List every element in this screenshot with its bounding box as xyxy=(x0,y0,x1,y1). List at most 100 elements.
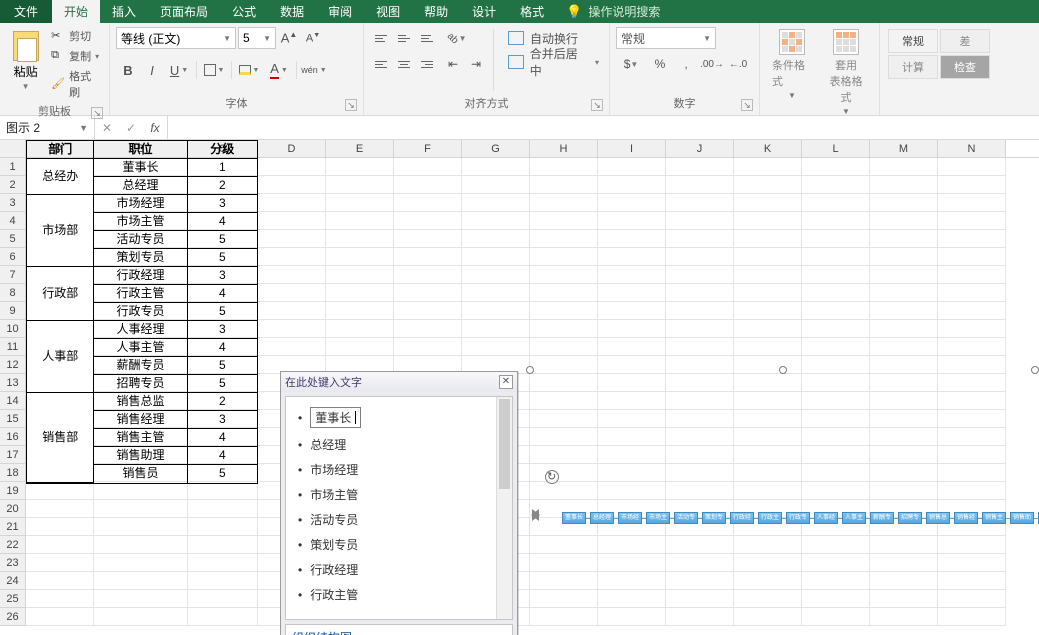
smartart-node[interactable]: 策划专员 xyxy=(702,512,726,524)
cell[interactable] xyxy=(598,284,666,302)
row-header[interactable]: 12 xyxy=(0,356,26,374)
decrease-decimal-button[interactable]: ←.0 xyxy=(726,53,750,75)
font-name-select[interactable]: 等线 (正文)▼ xyxy=(116,27,236,49)
cell[interactable] xyxy=(258,284,326,302)
cell[interactable] xyxy=(26,482,94,500)
row-header[interactable]: 15 xyxy=(0,410,26,428)
align-center-button[interactable] xyxy=(393,53,415,75)
cell[interactable] xyxy=(802,284,870,302)
cell[interactable] xyxy=(802,194,870,212)
smartart-node[interactable]: 总经理 xyxy=(590,512,614,524)
cell[interactable] xyxy=(326,194,394,212)
column-header[interactable]: D xyxy=(258,140,326,157)
cell[interactable] xyxy=(326,176,394,194)
select-all-button[interactable] xyxy=(0,140,26,157)
cell[interactable] xyxy=(530,320,598,338)
cell[interactable] xyxy=(258,302,326,320)
cell[interactable] xyxy=(734,176,802,194)
cell[interactable] xyxy=(26,518,94,536)
bold-button[interactable]: B xyxy=(116,59,140,81)
cell[interactable] xyxy=(394,302,462,320)
expand-handle[interactable] xyxy=(532,509,540,521)
cell[interactable] xyxy=(938,176,1006,194)
tab-data[interactable]: 数据 xyxy=(268,0,316,23)
cell[interactable] xyxy=(598,230,666,248)
smartart-node[interactable]: 销售总监 xyxy=(926,512,950,524)
cell[interactable] xyxy=(598,158,666,176)
smartart-list-item[interactable]: •董事长 xyxy=(286,403,512,432)
row-header[interactable]: 6 xyxy=(0,248,26,266)
scrollbar[interactable] xyxy=(496,397,512,619)
smartart-list-item[interactable]: •行政主管 xyxy=(286,582,512,607)
cell[interactable] xyxy=(258,158,326,176)
smartart-list-item[interactable]: •策划专员 xyxy=(286,532,512,557)
column-header[interactable]: L xyxy=(802,140,870,157)
cell[interactable] xyxy=(870,176,938,194)
cell[interactable] xyxy=(802,320,870,338)
smartart-layout-link[interactable]: 组织结构图... xyxy=(285,624,513,635)
cell[interactable] xyxy=(870,230,938,248)
decrease-font-button[interactable]: A▼ xyxy=(302,27,324,49)
smartart-node[interactable]: 人事主管 xyxy=(842,512,866,524)
close-button[interactable]: ✕ xyxy=(499,375,513,389)
row-header[interactable]: 4 xyxy=(0,212,26,230)
column-header[interactable]: M xyxy=(870,140,938,157)
cell[interactable] xyxy=(938,338,1006,356)
row-header[interactable]: 16 xyxy=(0,428,26,446)
cell[interactable] xyxy=(734,194,802,212)
row-header[interactable]: 19 xyxy=(0,482,26,500)
cell[interactable] xyxy=(870,212,938,230)
cell[interactable] xyxy=(666,266,734,284)
smartart-pane-titlebar[interactable]: 在此处键入文字 ✕ xyxy=(281,372,517,392)
format-painter-button[interactable]: 🖌格式刷 xyxy=(49,67,103,101)
cell[interactable] xyxy=(666,158,734,176)
cell[interactable] xyxy=(462,266,530,284)
smartart-node[interactable]: 行政经理 xyxy=(730,512,754,524)
resize-handle-n[interactable] xyxy=(779,366,787,374)
cell[interactable] xyxy=(598,302,666,320)
cell[interactable] xyxy=(462,248,530,266)
cell[interactable] xyxy=(394,248,462,266)
column-header[interactable]: E xyxy=(326,140,394,157)
cell[interactable] xyxy=(258,212,326,230)
font-size-select[interactable]: 5▼ xyxy=(238,27,276,49)
cell[interactable] xyxy=(326,338,394,356)
cell[interactable] xyxy=(462,320,530,338)
cell[interactable] xyxy=(870,302,938,320)
cell[interactable] xyxy=(598,212,666,230)
tab-insert[interactable]: 插入 xyxy=(100,0,148,23)
cell[interactable] xyxy=(26,554,94,572)
smartart-node[interactable]: 销售主管 xyxy=(982,512,1006,524)
cell[interactable] xyxy=(938,302,1006,320)
cell[interactable] xyxy=(94,482,188,500)
cell[interactable] xyxy=(530,266,598,284)
cell[interactable] xyxy=(94,590,188,608)
cell[interactable] xyxy=(802,158,870,176)
cell-style-normal[interactable]: 常规 xyxy=(888,29,938,53)
resize-handle-ne[interactable] xyxy=(1031,366,1039,374)
smartart-node[interactable]: 董事长 xyxy=(562,512,586,524)
font-color-button[interactable]: A▼ xyxy=(264,59,294,81)
cell[interactable] xyxy=(94,500,188,518)
row-header[interactable]: 20 xyxy=(0,500,26,518)
cell[interactable] xyxy=(94,518,188,536)
cell[interactable] xyxy=(598,338,666,356)
smartart-edit-input[interactable]: 董事长 xyxy=(310,407,361,428)
cell[interactable] xyxy=(188,500,258,518)
tab-help[interactable]: 帮助 xyxy=(412,0,460,23)
cell[interactable] xyxy=(26,500,94,518)
row-header[interactable]: 17 xyxy=(0,446,26,464)
cell[interactable] xyxy=(938,266,1006,284)
cell[interactable] xyxy=(394,194,462,212)
cell[interactable] xyxy=(734,158,802,176)
cell[interactable] xyxy=(188,572,258,590)
merge-center-button[interactable]: 合并后居中 ▾ xyxy=(504,51,603,73)
cell[interactable] xyxy=(394,320,462,338)
cell[interactable] xyxy=(938,212,1006,230)
scrollbar-thumb[interactable] xyxy=(499,399,510,489)
cell[interactable] xyxy=(938,248,1006,266)
conditional-format-button[interactable]: 条件格式 ▼ xyxy=(772,29,812,100)
cell[interactable] xyxy=(94,554,188,572)
tab-home[interactable]: 开始 xyxy=(52,0,100,23)
cell[interactable] xyxy=(26,590,94,608)
